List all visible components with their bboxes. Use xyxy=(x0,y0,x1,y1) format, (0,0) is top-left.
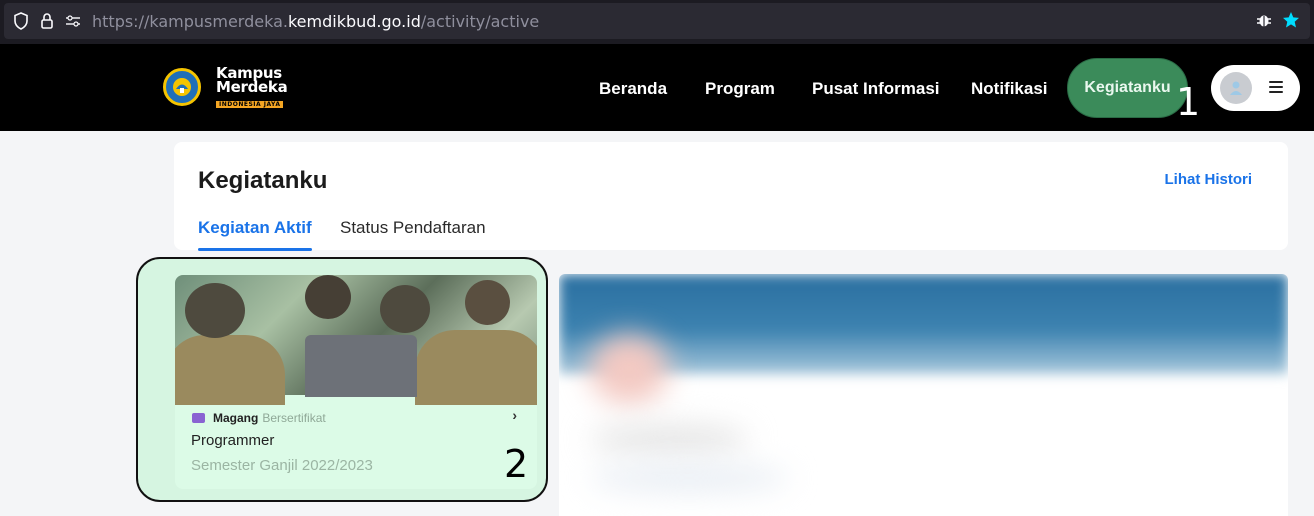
hamburger-menu-icon xyxy=(1269,81,1283,96)
chevron-right-icon[interactable]: › xyxy=(512,407,517,423)
url-text[interactable]: https://kampusmerdeka.kemdikbud.go.id/ac… xyxy=(92,12,539,31)
tab-kegiatan-aktif[interactable]: Kegiatan Aktif xyxy=(198,218,312,251)
user-menu-button[interactable] xyxy=(1211,65,1300,111)
annotation-label: 2 xyxy=(504,442,529,486)
site-header: Kampus Merdeka INDONESIA JAYA Beranda Pr… xyxy=(0,44,1314,131)
page-title: Kegiatanku xyxy=(198,167,328,194)
nav-kegiatanku[interactable]: Kegiatanku xyxy=(1067,58,1188,118)
activity-title: Programmer xyxy=(191,432,275,449)
nav-pusat-informasi[interactable]: Pusat Informasi xyxy=(812,79,940,99)
nav-notifikasi[interactable]: Notifikasi xyxy=(971,79,1048,99)
avatar xyxy=(1220,72,1252,104)
star-icon[interactable] xyxy=(1282,11,1300,34)
bug-icon[interactable] xyxy=(1256,12,1272,33)
page-header-card: Kegiatanku Lihat Histori Kegiatan Aktif … xyxy=(174,142,1288,251)
kampus-merdeka-logo[interactable]: Kampus Merdeka INDONESIA JAYA xyxy=(216,66,288,108)
briefcase-icon xyxy=(192,413,205,423)
nav-program[interactable]: Program xyxy=(705,79,775,99)
activity-photo xyxy=(175,275,537,405)
nav-beranda[interactable]: Beranda xyxy=(599,79,667,99)
browser-toolbar: https://kampusmerdeka.kemdikbud.go.id/ac… xyxy=(0,0,1314,44)
lock-icon[interactable] xyxy=(38,12,56,30)
shield-icon[interactable] xyxy=(12,12,30,30)
blurred-activity-card[interactable] xyxy=(559,274,1288,516)
permissions-icon[interactable] xyxy=(64,12,82,30)
lihat-histori-link[interactable]: Lihat Histori xyxy=(1164,171,1252,188)
address-bar[interactable]: https://kampusmerdeka.kemdikbud.go.id/ac… xyxy=(4,3,1310,39)
laptop-image xyxy=(305,335,417,397)
annotation-label: 1 xyxy=(1176,80,1201,124)
activity-category: Magang Bersertifikat xyxy=(192,411,326,425)
activity-card[interactable]: Magang Bersertifikat › Programmer Semest… xyxy=(175,275,537,489)
tut-wuri-logo-icon[interactable] xyxy=(163,68,201,106)
activity-semester: Semester Ganjil 2022/2023 xyxy=(191,457,373,474)
tab-status-pendaftaran[interactable]: Status Pendaftaran xyxy=(340,218,486,238)
